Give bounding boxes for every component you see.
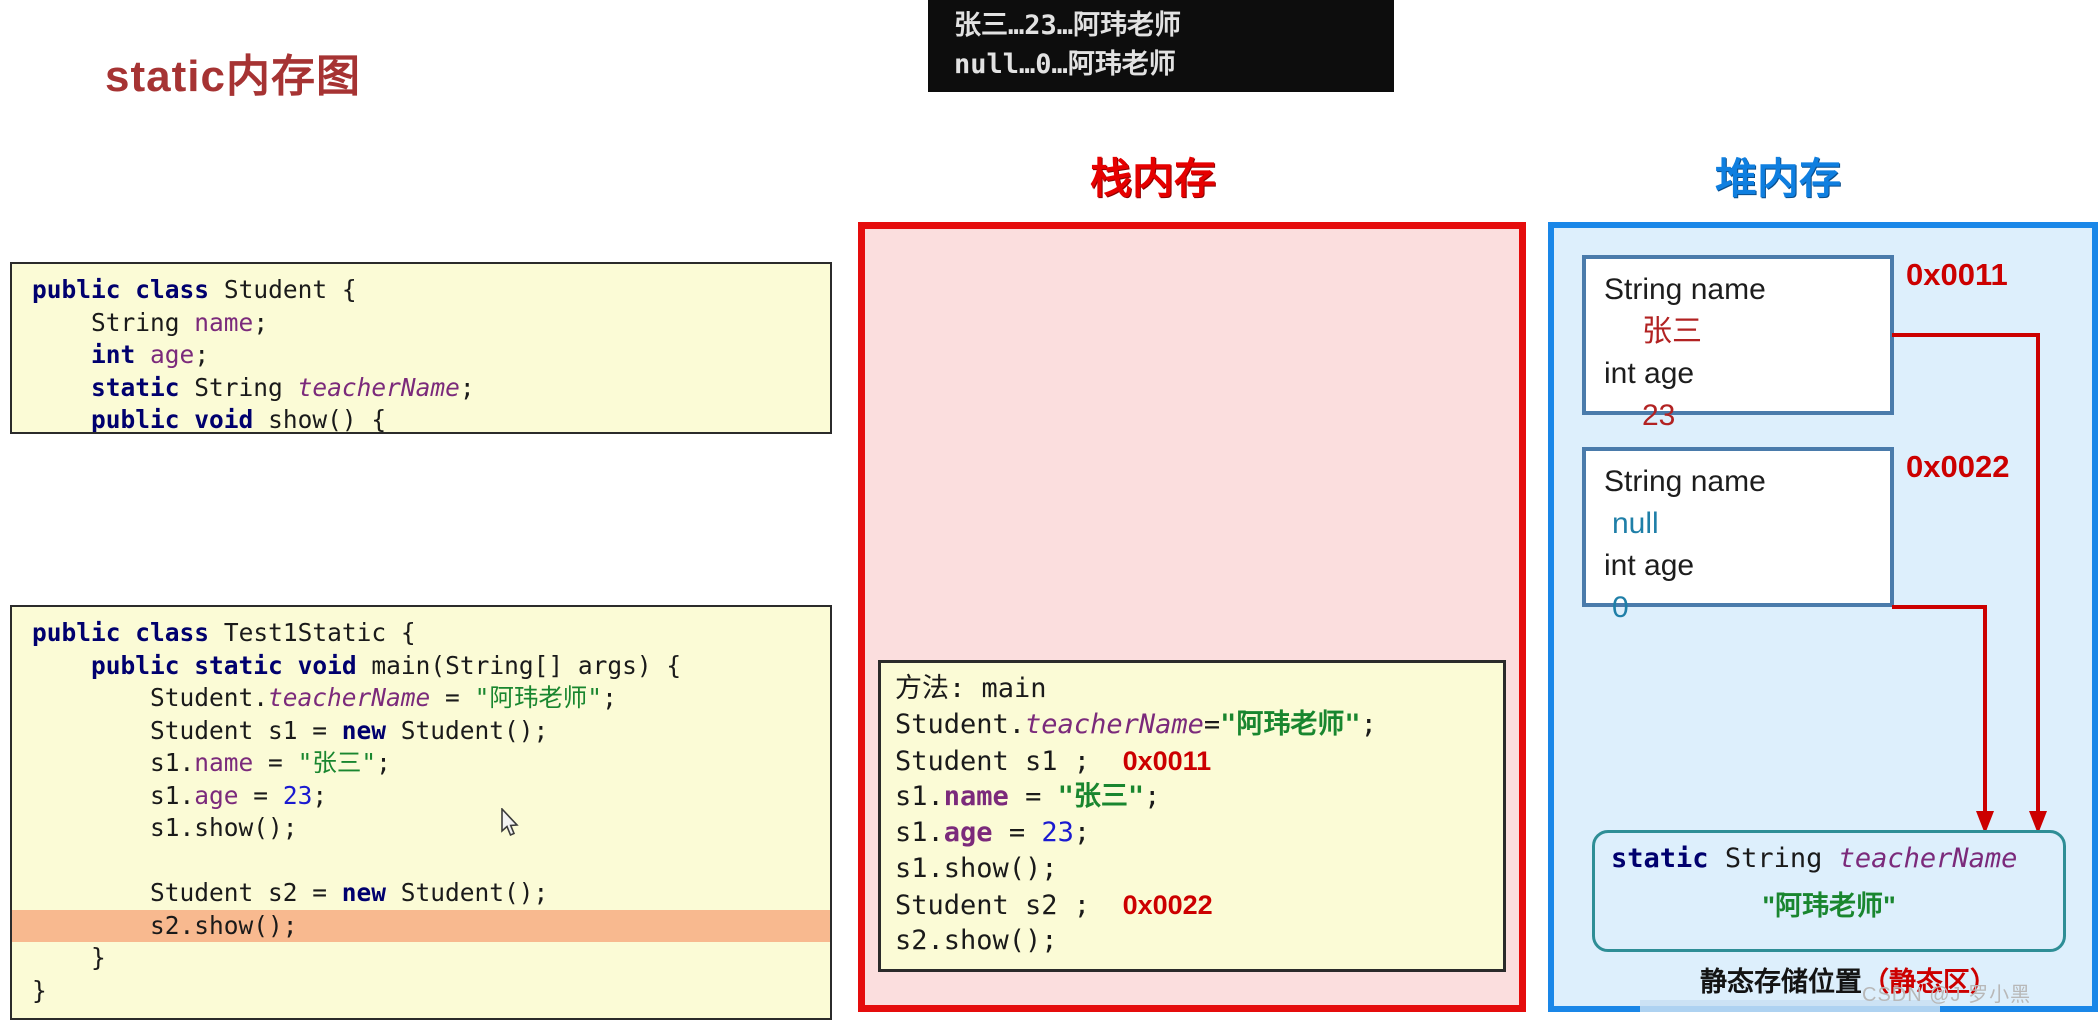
page-title: static内存图: [105, 52, 361, 101]
code-line: static String teacherName;: [91, 372, 475, 402]
heap-object-2: String name null int age 0: [1582, 447, 1894, 624]
console-line-2: null…0…阿玮老师: [954, 49, 1176, 80]
code-line-highlighted: s2.show();: [12, 909, 830, 942]
stack-memory-title: 栈内存: [1090, 155, 1217, 202]
object-field-type: int age: [1604, 357, 1695, 390]
method-frame-line: Student s1 ; 0x0011: [895, 746, 1212, 777]
code-line: }: [91, 943, 106, 972]
method-frame-header: 方法: main: [895, 673, 1047, 704]
code-line: Student.teacherName = "阿玮老师";: [150, 683, 617, 712]
heap-object-1-address: 0x0011: [1906, 257, 2008, 292]
object-field-type: int age: [1604, 549, 1695, 582]
code-block-student: public class Student { String name; int …: [10, 262, 832, 434]
heap-memory-title: 堆内存: [1715, 155, 1842, 202]
method-frame-line: Student.teacherName="阿玮老师";: [895, 709, 1377, 740]
method-frame-line: s1.show();: [895, 853, 1058, 884]
object-field-value: 23: [1642, 399, 1676, 432]
code-line: int age;: [91, 340, 210, 369]
heap-object-1: String name 张三 int age 23: [1582, 255, 1894, 432]
static-caption-text: 静态存储位置: [1700, 967, 1862, 997]
console-output-panel: 张三…23…阿玮老师 null…0…阿玮老师: [928, 0, 1394, 92]
mouse-cursor-icon: [501, 808, 519, 837]
method-frame-line: s1.age = 23;: [895, 817, 1091, 848]
code-line: public class Test1Static {: [32, 618, 416, 647]
object-field-value: null: [1612, 507, 1659, 540]
object-field-value: 0: [1612, 591, 1629, 624]
method-frame-line: s2.show();: [895, 925, 1058, 956]
watermark-text: CSDN @J 罗小黑: [1862, 984, 2032, 1006]
object-field-type: String name: [1604, 465, 1766, 498]
object-field-value: 张三: [1642, 315, 1702, 348]
stack-main-method-frame: 方法: main Student.teacherName="阿玮老师"; Stu…: [878, 660, 1506, 972]
code-line: s1.show();: [150, 813, 298, 842]
code-line: s1.age = 23;: [150, 780, 328, 810]
code-line: }: [32, 975, 47, 1005]
code-block-test1static: public class Test1Static { public static…: [10, 605, 832, 1020]
static-value: "阿玮老师": [1762, 891, 1896, 921]
method-frame-line: s1.name = "张三";: [895, 781, 1161, 812]
code-line: public void show() {: [91, 405, 387, 434]
code-line: public static void main(String[] args) {: [91, 650, 682, 680]
object-field-type: String name: [1604, 273, 1766, 306]
static-storage-box: static String teacherName "阿玮老师": [1592, 830, 2066, 952]
code-line: Student s1 = new Student();: [150, 715, 549, 745]
heap-object-2-address: 0x0022: [1906, 449, 2010, 484]
code-line: String name;: [91, 307, 269, 337]
code-line: Student s2 = new Student();: [150, 878, 549, 907]
console-line-1: 张三…23…阿玮老师: [954, 10, 1182, 41]
code-line: s1.name = "张三";: [150, 748, 391, 777]
static-declaration: static String teacherName: [1611, 843, 2018, 874]
method-frame-line: Student s2 ; 0x0022: [895, 890, 1213, 921]
code-line: public class Student {: [32, 275, 357, 304]
